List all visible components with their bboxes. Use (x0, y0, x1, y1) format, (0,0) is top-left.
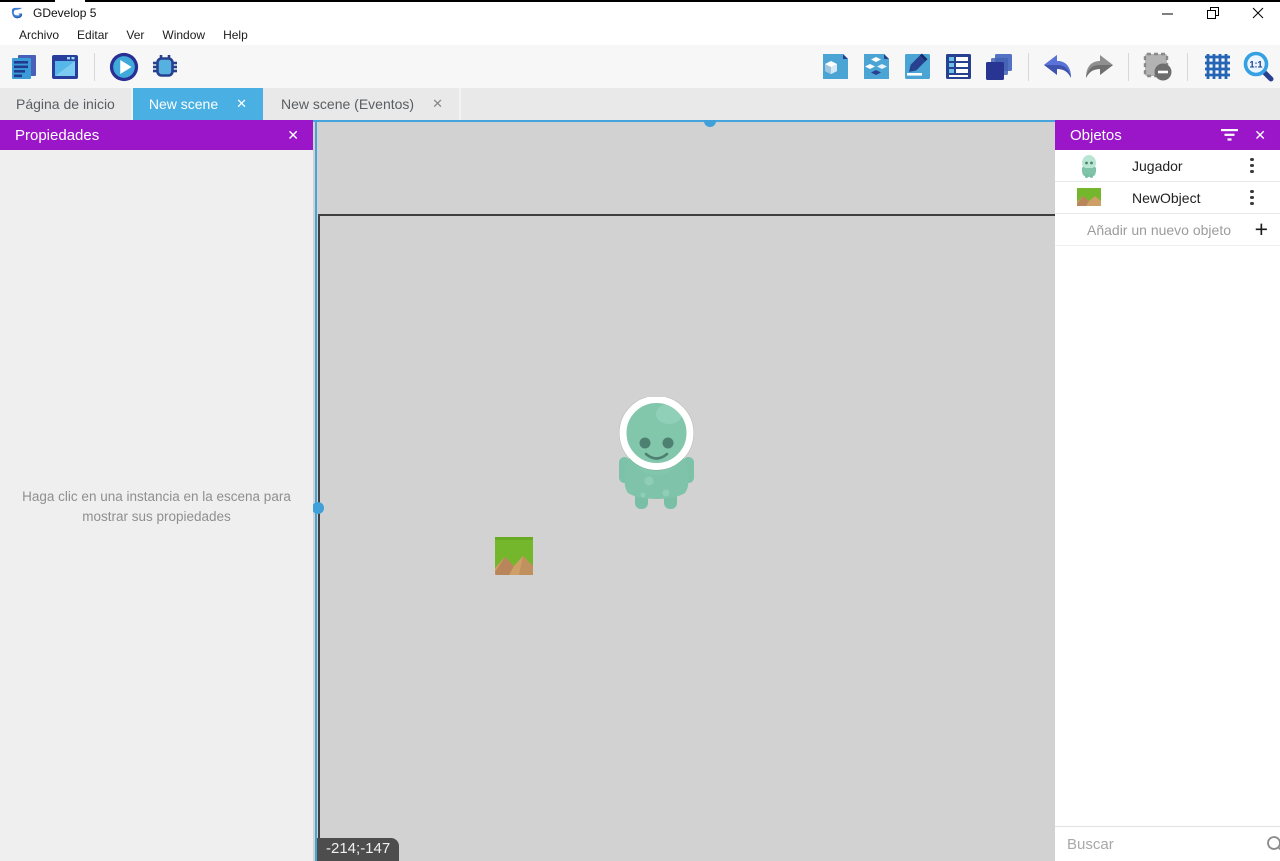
tab-label: Página de inicio (16, 96, 115, 112)
properties-panel-button[interactable] (901, 51, 933, 83)
filter-icon[interactable] (1221, 129, 1238, 141)
gdevelop-window: GDevelop 5 Archivo Editar Ver Window Hel… (0, 0, 1280, 861)
object-menu-icon[interactable] (1250, 190, 1268, 206)
grid-toggle-button[interactable] (1201, 51, 1233, 83)
search-input[interactable] (1067, 836, 1266, 853)
main-content: Propiedades ✕ Haga clic en una instancia… (0, 120, 1280, 861)
tab-close-icon[interactable]: ✕ (432, 96, 443, 112)
add-object-plus-icon[interactable]: + (1255, 218, 1268, 241)
object-row-jugador[interactable]: Jugador (1055, 150, 1280, 182)
menu-help[interactable]: Help (214, 26, 257, 44)
toolbar: 1:1 (0, 45, 1280, 88)
toolbar-separator (1028, 53, 1029, 81)
layers-editor-button[interactable] (983, 51, 1015, 83)
tabbar: Página de inicio New scene ✕ New scene (… (0, 88, 1280, 120)
objects-list-empty-space (1055, 246, 1280, 826)
zoom-1to1-button[interactable]: 1:1 (1242, 51, 1274, 83)
start-page-button[interactable] (49, 51, 81, 83)
toolbar-separator (1187, 53, 1188, 81)
toolbar-separator (1128, 53, 1129, 81)
properties-empty-message: Haga clic en una instancia en la escena … (0, 487, 313, 527)
object-groups-editor-button[interactable] (860, 51, 892, 83)
close-objects-icon[interactable]: ✕ (1254, 127, 1266, 144)
object-name: NewObject (1132, 190, 1250, 206)
menu-window[interactable]: Window (153, 26, 214, 44)
close-properties-icon[interactable]: ✕ (287, 127, 299, 144)
close-window-button[interactable] (1235, 2, 1280, 24)
tab-scene[interactable]: New scene ✕ (133, 88, 265, 120)
objects-editor-button[interactable] (819, 51, 851, 83)
restore-button[interactable] (1190, 2, 1235, 24)
grass-platform-icon (1077, 186, 1101, 210)
objects-panel-title: Objetos (1070, 127, 1221, 144)
properties-panel: Propiedades ✕ Haga clic en una instancia… (0, 120, 313, 861)
horizontal-scrollbar-thumb[interactable] (704, 120, 716, 127)
menu-ver[interactable]: Ver (117, 26, 153, 44)
menu-editar[interactable]: Editar (68, 26, 117, 44)
tab-close-icon[interactable]: ✕ (236, 96, 247, 112)
gdevelop-logo-icon (10, 6, 25, 21)
toolbar-right-group: 1:1 (819, 51, 1274, 83)
minimize-button[interactable] (1145, 2, 1190, 24)
properties-panel-header: Propiedades ✕ (0, 120, 313, 150)
tab-home[interactable]: Página de inicio (0, 88, 133, 120)
search-icon[interactable] (1266, 835, 1280, 854)
add-object-row[interactable]: Añadir un nuevo objeto + (1055, 214, 1280, 246)
titlebar: GDevelop 5 (0, 2, 1280, 24)
remove-selection-button[interactable] (1142, 51, 1174, 83)
horizontal-scrollbar[interactable] (313, 120, 1055, 122)
toolbar-left-group (8, 51, 181, 83)
window-title: GDevelop 5 (33, 6, 96, 20)
grass-platform-instance[interactable] (495, 537, 533, 575)
add-object-label: Añadir un nuevo objeto (1087, 222, 1255, 238)
redo-button[interactable] (1083, 51, 1115, 83)
project-manager-button[interactable] (8, 51, 40, 83)
tab-label: New scene (Eventos) (281, 96, 414, 112)
preview-play-button[interactable] (108, 51, 140, 83)
window-top-edge (0, 0, 1280, 2)
player-instance-selected[interactable] (619, 397, 694, 509)
vertical-scrollbar[interactable] (315, 120, 317, 861)
undo-button[interactable] (1042, 51, 1074, 83)
instances-list-button[interactable] (942, 51, 974, 83)
window-controls (1145, 2, 1280, 24)
tab-label: New scene (149, 96, 218, 112)
zoom-ratio-label: 1:1 (1249, 60, 1262, 70)
object-menu-icon[interactable] (1250, 158, 1268, 174)
object-row-newobject[interactable]: NewObject (1055, 182, 1280, 214)
object-name: Jugador (1132, 158, 1250, 174)
cursor-coordinates-badge: -214;-147 (317, 838, 399, 861)
scene-canvas[interactable]: -214;-147 (313, 120, 1055, 861)
menubar: Archivo Editar Ver Window Help (0, 24, 1280, 45)
debug-button[interactable] (149, 51, 181, 83)
game-window-border (318, 214, 1055, 861)
alien-player-icon (1077, 154, 1101, 178)
menu-archivo[interactable]: Archivo (10, 26, 68, 44)
toolbar-separator (94, 53, 95, 81)
objects-panel-header: Objetos ✕ (1055, 120, 1280, 150)
objects-panel: Objetos ✕ (1055, 120, 1280, 861)
tab-scene-events[interactable]: New scene (Eventos) ✕ (265, 88, 461, 120)
properties-panel-title: Propiedades (15, 127, 287, 144)
objects-search-bar (1055, 826, 1280, 861)
